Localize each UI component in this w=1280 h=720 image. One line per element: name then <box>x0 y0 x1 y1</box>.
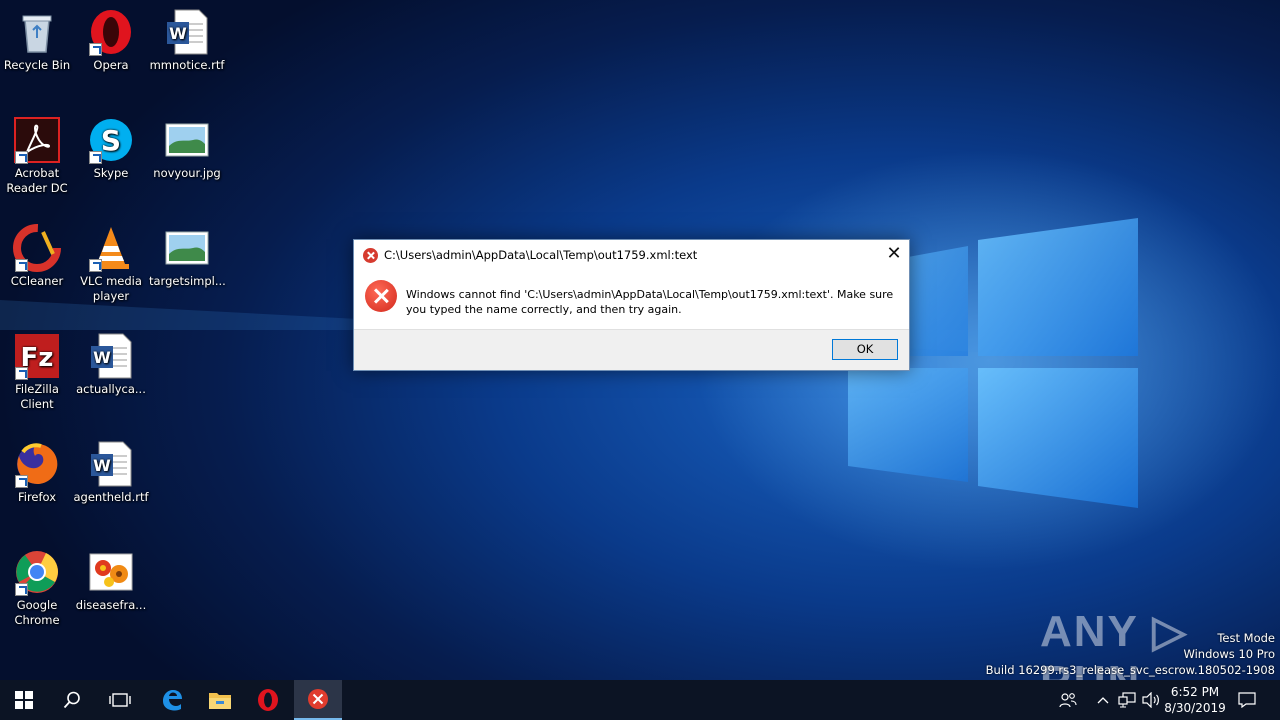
filezilla-icon: Fz <box>13 332 61 380</box>
svg-text:W: W <box>93 456 111 475</box>
chevron-up-icon <box>1097 697 1109 704</box>
error-icon <box>365 280 397 312</box>
error-small-icon <box>363 248 378 263</box>
acrobat-icon <box>13 116 61 164</box>
desktop-icon-acrobat[interactable]: Acrobat Reader DC <box>0 116 75 196</box>
clock-time: 6:52 PM <box>1170 685 1220 699</box>
task-view-icon <box>109 693 131 707</box>
flower-image-icon <box>87 548 135 596</box>
desktop-icon-recycle-bin[interactable]: Recycle Bin <box>0 8 75 73</box>
desktop-icon-vlc[interactable]: VLC media player <box>73 224 149 304</box>
error-icon <box>308 689 328 709</box>
windows-edition-label: Windows 10 Pro <box>1183 647 1275 661</box>
desktop-icon-label: Firefox <box>17 490 57 504</box>
show-hidden-icons-button[interactable] <box>1094 680 1112 720</box>
dialog-message: Windows cannot find 'C:\Users\admin\AppD… <box>406 288 894 316</box>
close-button[interactable]: ✕ <box>879 240 909 270</box>
opera-icon <box>87 8 135 56</box>
desktop-icon-actuallyca[interactable]: W actuallyca... <box>73 332 149 397</box>
firefox-icon <box>13 440 61 488</box>
dialog-footer: OK <box>354 329 909 370</box>
desktop-icon-diseasefra[interactable]: diseasefra... <box>73 548 149 613</box>
dialog-titlebar[interactable]: C:\Users\admin\AppData\Local\Temp\out175… <box>354 240 909 270</box>
image-file-icon <box>163 116 211 164</box>
start-button[interactable] <box>0 680 48 720</box>
desktop-icon-agentheld[interactable]: W agentheld.rtf <box>73 440 149 505</box>
image-file-icon <box>163 224 211 272</box>
desktop-icon-ccleaner[interactable]: CCleaner <box>0 224 75 289</box>
svg-text:W: W <box>93 348 111 367</box>
taskbar-edge[interactable] <box>148 680 196 720</box>
word-document-icon: W <box>87 332 135 380</box>
chrome-icon <box>13 548 61 596</box>
desktop-icon-label: targetsimpl... <box>149 274 226 288</box>
desktop-icon-label: Acrobat Reader DC <box>6 166 68 195</box>
desktop-icon-label: CCleaner <box>10 274 64 288</box>
desktop-icon-label: diseasefra... <box>75 598 147 612</box>
taskbar-file-explorer[interactable] <box>196 680 244 720</box>
desktop-icon-label: FileZilla Client <box>15 382 59 411</box>
desktop-icon-label: novyour.jpg <box>153 166 221 180</box>
desktop-icon-firefox[interactable]: Firefox <box>0 440 75 505</box>
desktop-icon-label: Skype <box>93 166 129 180</box>
desktop-icon-label: Google Chrome <box>14 598 60 627</box>
action-center-button[interactable] <box>1232 680 1262 720</box>
desktop-icon-label: VLC media player <box>80 274 142 303</box>
taskbar: 6:52 PM 8/30/2019 <box>0 680 1280 720</box>
build-label: Build 16299.rs3_release_svc_escrow.18050… <box>985 663 1275 677</box>
desktop-icon-filezilla[interactable]: Fz FileZilla Client <box>0 332 75 412</box>
windows-start-icon <box>15 691 33 709</box>
desktop-icon-opera[interactable]: Opera <box>73 8 149 73</box>
ok-button[interactable]: OK <box>832 339 898 360</box>
test-mode-label: Test Mode <box>1217 631 1275 645</box>
network-icon <box>1118 692 1136 708</box>
svg-text:W: W <box>169 24 187 43</box>
vlc-icon <box>87 224 135 272</box>
desktop-icon-label: Opera <box>93 58 129 72</box>
folder-icon <box>209 693 231 709</box>
edge-icon <box>163 690 182 711</box>
skype-icon: S <box>87 116 135 164</box>
word-document-icon: W <box>87 440 135 488</box>
desktop-icon-novyour[interactable]: novyour.jpg <box>149 116 225 181</box>
desktop-icon-skype[interactable]: S Skype <box>73 116 149 181</box>
desktop-icon-label: mmnotice.rtf <box>149 58 225 72</box>
ccleaner-icon <box>13 224 61 272</box>
desktop-icon-mmnotice[interactable]: W mmnotice.rtf <box>149 8 225 73</box>
search-button[interactable] <box>48 680 96 720</box>
task-view-button[interactable] <box>96 680 144 720</box>
dialog-title: C:\Users\admin\AppData\Local\Temp\out175… <box>384 248 698 262</box>
desktop-icon-label: Recycle Bin <box>3 58 71 72</box>
desktop-icon-targetsimpl[interactable]: targetsimpl... <box>149 224 226 289</box>
system-info: Test Mode Windows 10 Pro Build 16299.rs3… <box>986 630 1275 678</box>
opera-icon <box>258 689 278 711</box>
taskbar-opera[interactable] <box>244 680 292 720</box>
svg-text:S: S <box>101 124 121 157</box>
desktop-icon-label: agentheld.rtf <box>73 490 149 504</box>
people-icon <box>1059 693 1077 708</box>
taskbar-clock[interactable]: 6:52 PM 8/30/2019 <box>1156 684 1234 716</box>
network-button[interactable] <box>1116 680 1138 720</box>
desktop-icon-chrome[interactable]: Google Chrome <box>0 548 75 628</box>
error-dialog: C:\Users\admin\AppData\Local\Temp\out175… <box>353 239 910 371</box>
clock-date: 8/30/2019 <box>1164 701 1226 715</box>
notification-icon <box>1238 692 1256 708</box>
people-button[interactable] <box>1056 680 1080 720</box>
taskbar-error-dialog[interactable] <box>294 680 342 720</box>
word-document-icon: W <box>163 8 211 56</box>
search-icon <box>63 691 80 709</box>
recycle-bin-icon <box>13 8 61 56</box>
desktop-icon-label: actuallyca... <box>76 382 146 396</box>
